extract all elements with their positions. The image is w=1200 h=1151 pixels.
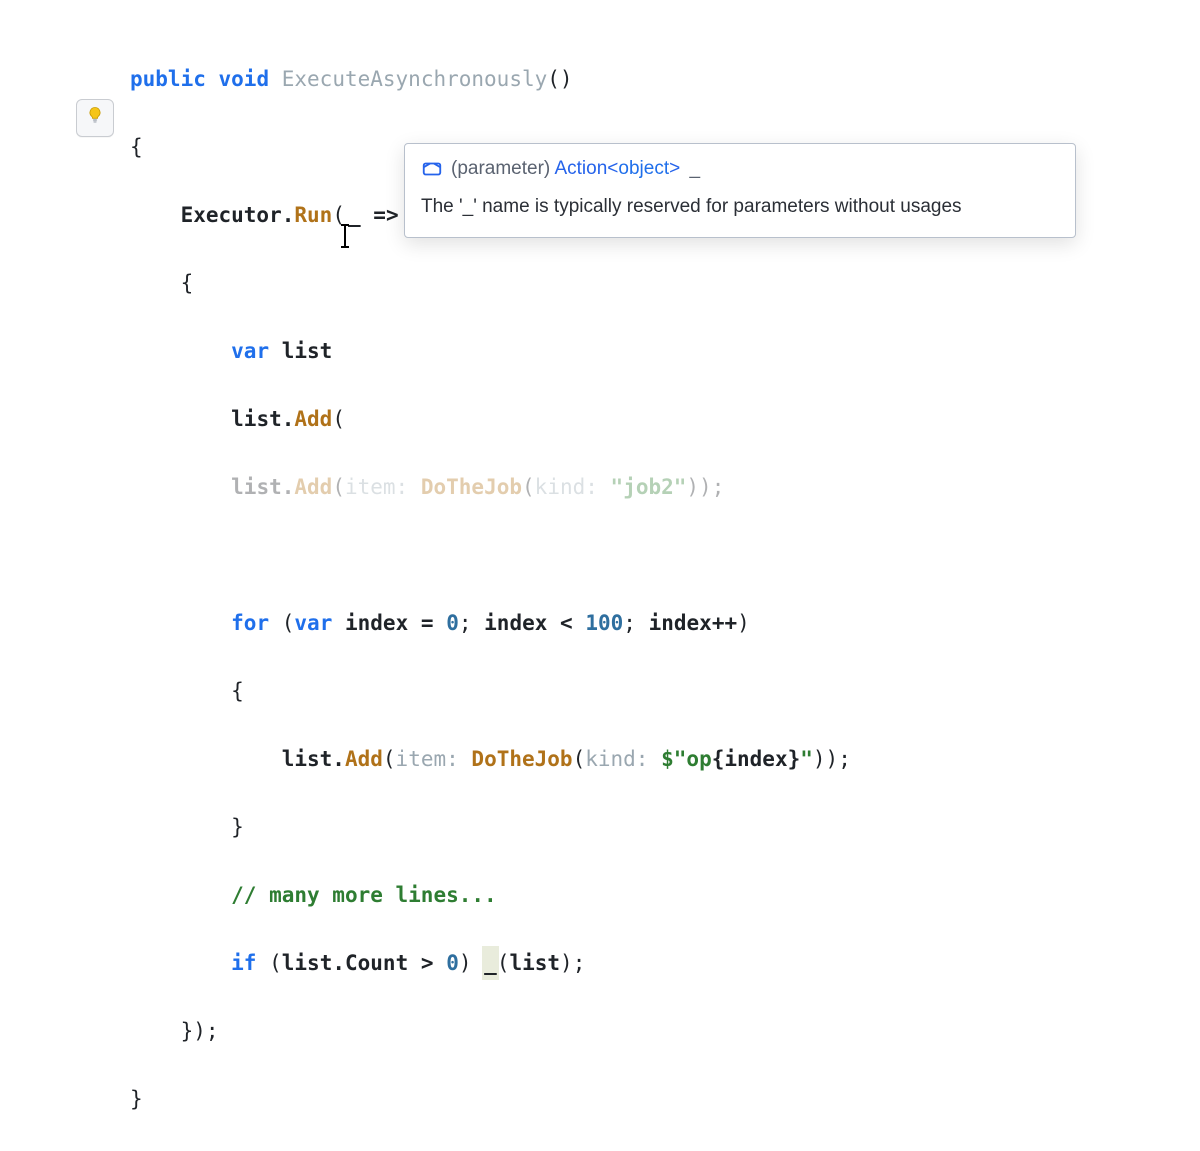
code-line: list.Add(item: DoTheJob(kind: "job2"));: [130, 470, 851, 504]
parameter-icon: [421, 158, 443, 180]
code-line: public void ExecuteAsynchronously(): [130, 62, 851, 96]
code-line: var list: [130, 334, 851, 368]
code-line: if (list.Count > 0) _(list);: [130, 946, 851, 980]
parameter-info-tooltip: (parameter) Action<object> _ The '_' nam…: [404, 143, 1076, 238]
code-line: list.Add(: [130, 402, 851, 436]
code-line: {: [130, 674, 851, 708]
code-line: }: [130, 1082, 851, 1116]
tooltip-message: The '_' name is typically reserved for p…: [421, 192, 1059, 222]
code-line: }: [130, 810, 851, 844]
code-line: list.Add(item: DoTheJob(kind: $"op{index…: [130, 742, 851, 776]
tooltip-signature: (parameter) Action<object> _: [421, 154, 1059, 184]
code-line: for (var index = 0; index < 100; index++…: [130, 606, 851, 640]
lightbulb-icon: [85, 101, 105, 135]
lightbulb-quickfix-button[interactable]: [76, 99, 114, 137]
code-line: });: [130, 1014, 851, 1048]
code-line: [130, 538, 851, 572]
code-line: {: [130, 266, 851, 300]
code-line: // many more lines...: [130, 878, 851, 912]
